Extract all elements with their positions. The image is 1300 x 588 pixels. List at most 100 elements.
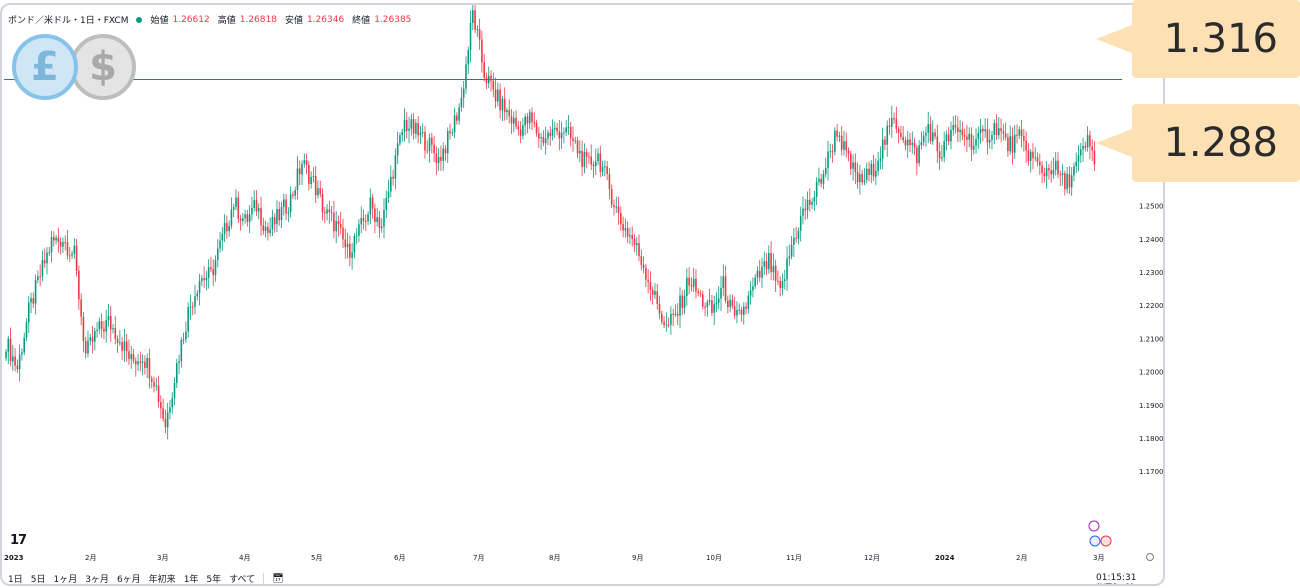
candle-body: [900, 132, 902, 138]
candle-body: [351, 252, 353, 258]
candle-body: [194, 296, 196, 307]
candle-body: [1045, 168, 1048, 177]
candle-body: [843, 141, 845, 150]
candle-body: [845, 141, 848, 151]
timeframe-1d[interactable]: 1日: [8, 572, 23, 584]
candle-body: [27, 302, 30, 323]
timeframe-5d[interactable]: 5日: [31, 572, 46, 584]
candle-body: [679, 295, 681, 316]
candle-body: [25, 322, 28, 338]
candle-body: [640, 256, 643, 265]
candle-body: [988, 139, 991, 143]
candle-body: [467, 50, 470, 65]
clock-readout[interactable]: 01:15:31 (UTC+9): [1096, 573, 1163, 584]
candle-body: [465, 64, 467, 89]
candle-body: [421, 132, 424, 134]
candle-body: [1075, 161, 1078, 167]
candle-body: [528, 112, 531, 124]
low-value: 1.26346: [306, 14, 345, 25]
candle-body: [228, 225, 230, 232]
candle-body: [531, 112, 533, 123]
candle-body: [469, 22, 472, 51]
candle-body: [314, 176, 317, 196]
candle-body: [80, 299, 82, 317]
timeframe-3m[interactable]: 3ヶ月: [85, 572, 109, 584]
timeframe-1y[interactable]: 1年: [184, 572, 199, 584]
candle-body: [380, 226, 383, 228]
candle-body: [1020, 129, 1023, 137]
candle-body: [121, 342, 123, 351]
candle-body: [890, 118, 893, 127]
high-value: 1.26818: [239, 14, 277, 25]
candle-body: [827, 151, 829, 169]
candle-body: [355, 235, 358, 237]
candle-body: [1059, 174, 1062, 176]
event-marker-icon[interactable]: [1088, 520, 1100, 532]
candle-body: [501, 98, 504, 111]
calendar-icon[interactable]: 📅︎: [272, 574, 283, 584]
candle-body: [144, 361, 146, 368]
candle-body: [349, 244, 351, 258]
candle-body: [706, 301, 709, 308]
flag-marker-icon[interactable]: [1100, 535, 1112, 547]
candle-body: [975, 139, 977, 146]
candle-body: [59, 241, 62, 247]
candle-body: [645, 267, 647, 280]
axis-settings-icon[interactable]: [1146, 553, 1154, 561]
candle-body: [239, 218, 242, 221]
candle-body: [581, 150, 583, 167]
candle-body: [711, 300, 713, 313]
candle-body: [103, 328, 105, 332]
timeframe-5y[interactable]: 5年: [206, 572, 221, 584]
candle-body: [658, 303, 661, 314]
candle-body: [497, 89, 499, 102]
candle-body: [98, 321, 101, 330]
candle-body: [105, 319, 107, 332]
candle-body: [961, 129, 964, 136]
candle-body: [1064, 173, 1066, 190]
candle-body: [392, 176, 394, 179]
candle-body: [68, 255, 71, 257]
candle-body: [906, 139, 909, 146]
candle-body: [1086, 135, 1089, 148]
y-tick-label: 1.20000: [1139, 369, 1163, 377]
candle-body: [576, 140, 579, 154]
candlestick-chart[interactable]: 1.280001.270001.260001.250001.240001.230…: [2, 5, 1163, 584]
candle-body: [922, 135, 925, 143]
candle-body: [1041, 165, 1043, 173]
candle-body: [526, 116, 529, 124]
candle-body: [615, 206, 618, 208]
timeframe-1m[interactable]: 1ヶ月: [53, 572, 77, 584]
candle-body: [342, 227, 344, 240]
x-tick-label: 9月: [632, 554, 643, 562]
candle-body: [665, 324, 668, 326]
flag-marker-icon[interactable]: [1089, 535, 1101, 547]
candle-body: [1013, 134, 1016, 153]
candle-body: [740, 309, 743, 315]
timeframe-ytd[interactable]: 年初来: [149, 572, 176, 584]
candle-body: [553, 127, 556, 130]
candle-body: [271, 217, 274, 230]
tradingview-logo[interactable]: 17: [10, 533, 27, 548]
candle-body: [433, 144, 435, 154]
candle-body: [148, 358, 151, 379]
candle-body: [30, 298, 32, 303]
timeframe-6m[interactable]: 6ヶ月: [117, 572, 141, 584]
candle-body: [34, 280, 37, 304]
candle-body: [565, 127, 567, 133]
symbol-label[interactable]: ポンド／米ドル・1日・FXCM: [8, 13, 128, 26]
candle-body: [927, 124, 930, 133]
candle-body: [219, 240, 221, 249]
candle-body: [686, 277, 688, 297]
timeframe-all[interactable]: すべて: [229, 572, 255, 584]
candle-body: [968, 133, 971, 140]
candle-body: [403, 119, 406, 132]
candle-body: [667, 324, 670, 326]
candle-body: [920, 142, 923, 146]
candle-body: [729, 299, 731, 308]
candle-body: [863, 180, 866, 183]
candle-body: [868, 168, 870, 175]
candle-body: [73, 245, 76, 254]
candle-body: [132, 354, 135, 361]
low-label: 安値: [284, 16, 303, 26]
